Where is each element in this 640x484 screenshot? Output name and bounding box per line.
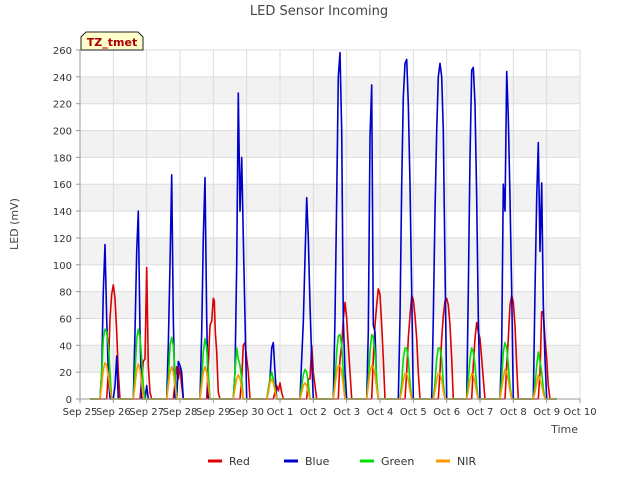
y-tick-label: 240	[53, 73, 72, 84]
grid-band	[80, 237, 580, 265]
y-tick-label: 40	[59, 341, 72, 352]
legend-label: NIR	[457, 455, 476, 468]
x-tick-label: Oct 5	[400, 407, 427, 418]
y-tick-label: 140	[53, 207, 72, 218]
x-tick-label: Sep 30	[229, 407, 264, 418]
x-tick-label: Oct 1	[267, 407, 294, 418]
x-tick-label: Oct 6	[433, 407, 460, 418]
chart-container: LED Sensor Incoming 0 20 40 60 80 100 120 140 16…	[0, 0, 640, 480]
y-tick-label: 80	[59, 288, 72, 299]
x-tick-label: Oct 2	[300, 407, 327, 418]
x-tick-label: Oct 7	[467, 407, 494, 418]
y-tick-label: 200	[53, 127, 72, 138]
x-tick-label: Sep 27	[129, 407, 164, 418]
x-axis-label: Time	[550, 423, 578, 436]
grid-band	[80, 76, 580, 104]
legend: Red Blue Green NIR	[208, 455, 476, 468]
x-tick-label: Sep 25	[63, 407, 98, 418]
y-tick-label: 60	[59, 314, 72, 325]
y-tick-label: 260	[53, 46, 72, 57]
legend-label: Green	[381, 455, 414, 468]
x-axis-ticks: Sep 25Sep 26Sep 27Sep 28Sep 29Sep 30 Oct …	[63, 399, 597, 418]
annotation-box: TZ_tmet	[80, 31, 144, 51]
grid-band	[80, 345, 580, 373]
y-tick-label: 20	[59, 368, 72, 379]
y-axis-label: LED (mV)	[8, 198, 21, 250]
x-tick-label: Oct 10	[563, 407, 596, 418]
y-tick-label: 180	[53, 153, 72, 164]
y-axis-ticks: 0 20 40 60 80 100 120 140 160 180 200 220 240 260	[53, 46, 80, 406]
x-tick-label: Sep 26	[96, 407, 131, 418]
led-chart: LED Sensor Incoming 0 20 40 60 80 100 120 140 16…	[8, 4, 597, 468]
legend-label: Red	[229, 455, 250, 468]
chart-title: LED Sensor Incoming	[250, 4, 388, 19]
legend-item-nir: NIR	[436, 455, 476, 468]
y-tick-label: 100	[53, 261, 72, 272]
x-tick-label: Oct 3	[333, 407, 360, 418]
grid-band	[80, 291, 580, 319]
x-tick-label: Sep 29	[196, 407, 231, 418]
y-tick-label: 220	[53, 100, 72, 111]
annotation-text: TZ_tmet	[87, 36, 137, 49]
y-tick-label: 120	[53, 234, 72, 245]
x-tick-label: Sep 28	[163, 407, 198, 418]
y-tick-label: 0	[66, 395, 72, 406]
legend-item-green: Green	[360, 455, 414, 468]
y-tick-label: 160	[53, 180, 72, 191]
x-tick-label: Oct 9	[533, 407, 560, 418]
legend-item-red: Red	[208, 455, 250, 468]
x-tick-label: Oct 8	[500, 407, 527, 418]
legend-label: Blue	[305, 455, 330, 468]
legend-item-blue: Blue	[284, 455, 330, 468]
x-tick-label: Oct 4	[367, 407, 394, 418]
